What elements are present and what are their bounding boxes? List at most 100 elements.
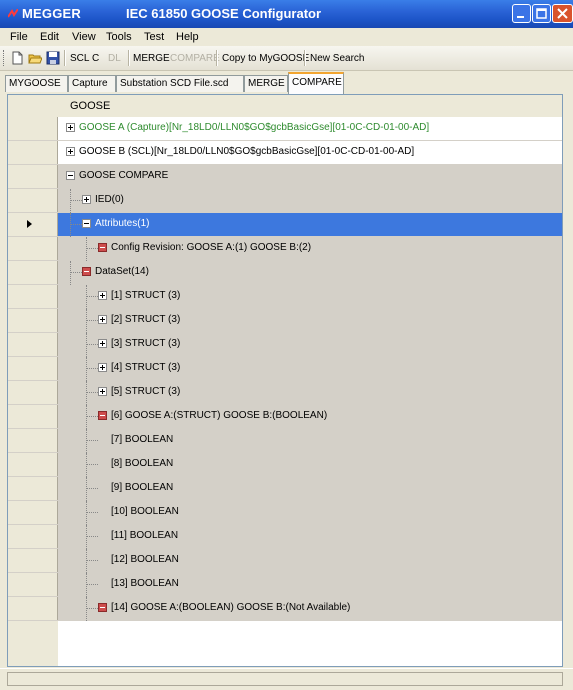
expand-icon[interactable] bbox=[82, 195, 91, 204]
row-header[interactable] bbox=[8, 549, 58, 572]
tree-item-label: [5] STRUCT (3) bbox=[111, 386, 181, 397]
row-header[interactable] bbox=[8, 189, 58, 212]
difference-icon[interactable] bbox=[98, 411, 107, 420]
row-header[interactable] bbox=[8, 501, 58, 524]
tree-row[interactable]: IED(0) bbox=[8, 189, 562, 213]
tree-item-label: GOOSE A (Capture)[Nr_18LD0/LLN0$GO$gcbBa… bbox=[79, 122, 430, 133]
open-folder-icon[interactable] bbox=[28, 51, 42, 65]
maximize-button[interactable] bbox=[532, 4, 551, 23]
menu-file[interactable]: File bbox=[10, 31, 28, 43]
scl-button[interactable]: SCL bbox=[70, 53, 89, 64]
tree-cell[interactable] bbox=[58, 189, 562, 212]
tree-row[interactable]: [5] STRUCT (3) bbox=[8, 381, 562, 405]
tab-capture[interactable]: Capture bbox=[68, 75, 116, 92]
tab-compare[interactable]: COMPARE bbox=[288, 72, 344, 94]
title-bar[interactable]: MEGGER IEC 61850 GOOSE Configurator bbox=[0, 0, 573, 28]
expand-icon[interactable] bbox=[66, 147, 75, 156]
tree-row[interactable]: [2] STRUCT (3) bbox=[8, 309, 562, 333]
row-header[interactable] bbox=[8, 213, 58, 236]
menu-view[interactable]: View bbox=[72, 31, 96, 43]
tree-connector bbox=[70, 189, 72, 213]
collapse-icon[interactable] bbox=[82, 219, 91, 228]
tree-row[interactable]: [10] BOOLEAN bbox=[8, 501, 562, 525]
tree-row[interactable]: [4] STRUCT (3) bbox=[8, 357, 562, 381]
collapse-icon[interactable] bbox=[66, 171, 75, 180]
minimize-button[interactable] bbox=[512, 4, 531, 23]
expand-icon[interactable] bbox=[66, 123, 75, 132]
menu-bar: File Edit View Tools Test Help bbox=[0, 28, 573, 46]
expand-icon[interactable] bbox=[98, 387, 107, 396]
goose-tree-grid[interactable]: GOOSE GOOSE A (Capture)[Nr_18LD0/LLN0$GO… bbox=[7, 94, 563, 667]
tree-connector bbox=[86, 525, 88, 549]
difference-icon[interactable] bbox=[98, 603, 107, 612]
tree-row[interactable]: [1] STRUCT (3) bbox=[8, 285, 562, 309]
compare-button[interactable]: COMPARE bbox=[170, 53, 220, 64]
row-header[interactable] bbox=[8, 381, 58, 404]
toolbar-grip[interactable] bbox=[3, 50, 7, 66]
tree-row[interactable]: Attributes(1) bbox=[8, 213, 562, 237]
expand-icon[interactable] bbox=[98, 291, 107, 300]
row-header[interactable] bbox=[8, 333, 58, 356]
row-header[interactable] bbox=[8, 117, 58, 140]
menu-edit[interactable]: Edit bbox=[40, 31, 59, 43]
merge-button[interactable]: MERGE bbox=[133, 53, 170, 64]
tree-connector bbox=[86, 285, 88, 309]
row-header[interactable] bbox=[8, 597, 58, 620]
row-header[interactable] bbox=[8, 525, 58, 548]
tree-row[interactable]: [3] STRUCT (3) bbox=[8, 333, 562, 357]
row-header[interactable] bbox=[8, 309, 58, 332]
tree-row[interactable]: DataSet(14) bbox=[8, 261, 562, 285]
tree-row[interactable]: [13] BOOLEAN bbox=[8, 573, 562, 597]
tree-row[interactable]: [11] BOOLEAN bbox=[8, 525, 562, 549]
expand-icon[interactable] bbox=[98, 363, 107, 372]
close-button[interactable] bbox=[552, 4, 573, 23]
tree-row[interactable]: GOOSE COMPARE bbox=[8, 165, 562, 189]
new-file-icon[interactable] bbox=[10, 51, 24, 65]
menu-help[interactable]: Help bbox=[176, 31, 199, 43]
tree-connector bbox=[86, 357, 88, 381]
tree-row[interactable]: GOOSE B (SCL)[Nr_18LD0/LLN0$GO$gcbBasicG… bbox=[8, 141, 562, 165]
tree-item-label: [11] BOOLEAN bbox=[111, 530, 179, 541]
row-header[interactable] bbox=[8, 405, 58, 428]
close-icon bbox=[557, 8, 568, 19]
expand-icon[interactable] bbox=[98, 339, 107, 348]
row-header[interactable] bbox=[8, 261, 58, 284]
row-header[interactable] bbox=[8, 573, 58, 596]
tab-mygoose[interactable]: MYGOOSE bbox=[5, 75, 68, 92]
tree-row[interactable]: [8] BOOLEAN bbox=[8, 453, 562, 477]
row-header[interactable] bbox=[8, 285, 58, 308]
row-header[interactable] bbox=[8, 453, 58, 476]
column-header-label: GOOSE bbox=[70, 100, 111, 112]
save-icon[interactable] bbox=[46, 51, 60, 65]
menu-tools[interactable]: Tools bbox=[106, 31, 132, 43]
tree-connector bbox=[70, 213, 72, 237]
megger-logo-icon bbox=[8, 9, 18, 18]
tab-substation-scd[interactable]: Substation SCD File.scd bbox=[116, 75, 244, 92]
tree-row[interactable]: GOOSE A (Capture)[Nr_18LD0/LLN0$GO$gcbBa… bbox=[8, 117, 562, 141]
dl-button[interactable]: DL bbox=[108, 53, 121, 64]
tree-row[interactable]: [7] BOOLEAN bbox=[8, 429, 562, 453]
row-header[interactable] bbox=[8, 237, 58, 260]
tree-row[interactable]: [9] BOOLEAN bbox=[8, 477, 562, 501]
copy-to-mygoose-button[interactable]: Copy to MyGOOSE bbox=[222, 53, 309, 64]
new-search-button[interactable]: New Search bbox=[310, 53, 364, 64]
tree-row[interactable]: [14] GOOSE A:(BOOLEAN) GOOSE B:(Not Avai… bbox=[8, 597, 562, 621]
tree-connector bbox=[86, 453, 88, 477]
difference-icon[interactable] bbox=[82, 267, 91, 276]
difference-icon[interactable] bbox=[98, 243, 107, 252]
row-header[interactable] bbox=[8, 477, 58, 500]
row-header[interactable] bbox=[8, 429, 58, 452]
column-header[interactable]: GOOSE bbox=[8, 95, 562, 118]
row-header[interactable] bbox=[8, 357, 58, 380]
tree-row[interactable]: [12] BOOLEAN bbox=[8, 549, 562, 573]
row-header[interactable] bbox=[8, 141, 58, 164]
tree-connector bbox=[86, 501, 88, 525]
row-header[interactable] bbox=[8, 165, 58, 188]
expand-icon[interactable] bbox=[98, 315, 107, 324]
tab-strip: MYGOOSE Capture Substation SCD File.scd … bbox=[0, 72, 573, 94]
menu-test[interactable]: Test bbox=[144, 31, 164, 43]
tab-merge[interactable]: MERGE bbox=[244, 75, 288, 92]
tree-row[interactable]: Config Revision: GOOSE A:(1) GOOSE B:(2) bbox=[8, 237, 562, 261]
c-button[interactable]: C bbox=[92, 53, 99, 64]
tree-row[interactable]: [6] GOOSE A:(STRUCT) GOOSE B:(BOOLEAN) bbox=[8, 405, 562, 429]
